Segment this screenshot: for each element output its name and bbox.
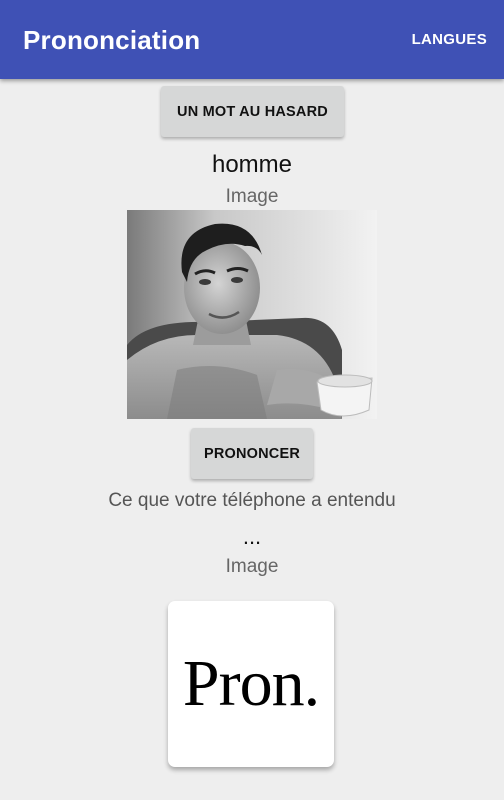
image-caption: Image xyxy=(225,186,279,207)
languages-button[interactable]: LANGUES xyxy=(412,30,487,50)
heard-value: ... xyxy=(242,524,262,549)
man-with-cup-photo xyxy=(127,210,377,419)
pronounce-button[interactable]: PRONONCER xyxy=(191,428,313,479)
app-title: Prononciation xyxy=(23,25,201,55)
result-image-caption: Image xyxy=(225,556,279,577)
heard-label: Ce que votre téléphone a entendu xyxy=(108,490,396,511)
current-word: homme xyxy=(211,151,293,178)
random-word-button[interactable]: UN MOT AU HASARD xyxy=(161,86,344,137)
word-image xyxy=(127,210,377,419)
result-image: Pron. xyxy=(168,601,334,767)
app-bar: Prononciation LANGUES xyxy=(0,0,504,79)
pron-logo: Pron. xyxy=(182,647,320,720)
